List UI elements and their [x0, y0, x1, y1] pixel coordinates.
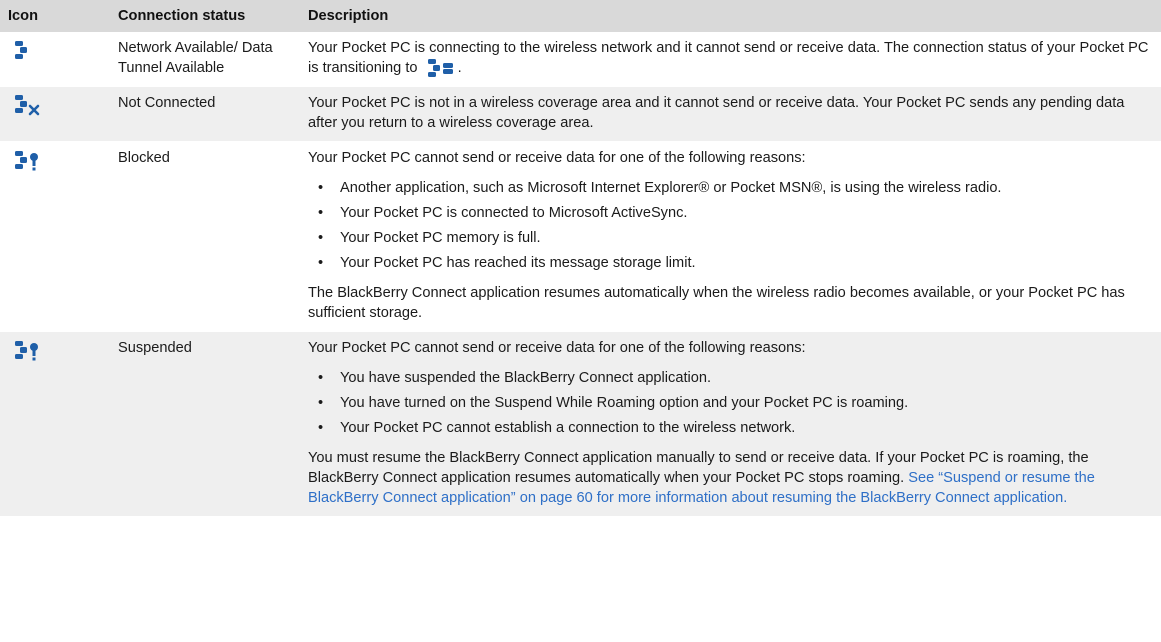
table-header-row: Icon Connection status Description	[0, 0, 1161, 32]
description-text: .	[457, 60, 462, 76]
description-suspended: Your Pocket PC cannot send or receive da…	[300, 331, 1161, 517]
table-row: Suspended Your Pocket PC cannot send or …	[0, 331, 1161, 517]
status-not-connected: Not Connected	[110, 86, 300, 142]
description-not-connected: Your Pocket PC is not in a wireless cove…	[300, 86, 1161, 142]
description-outro: The BlackBerry Connect application resum…	[308, 285, 1125, 321]
list-item: Another application, such as Microsoft I…	[308, 178, 1153, 198]
description-intro: Your Pocket PC cannot send or receive da…	[308, 150, 806, 166]
suspended-icon	[15, 341, 38, 361]
status-blocked: Blocked	[110, 141, 300, 332]
description-outro: You must resume the BlackBerry Connect a…	[308, 448, 1153, 508]
table-row: Not Connected Your Pocket PC is not in a…	[0, 86, 1161, 142]
list-item: Your Pocket PC memory is full.	[308, 228, 1153, 248]
connection-status-table: Icon Connection status Description Netwo…	[0, 0, 1161, 517]
not-connected-icon	[15, 95, 40, 116]
table-row: Blocked Your Pocket PC cannot send or re…	[0, 141, 1161, 332]
header-icon: Icon	[0, 0, 110, 32]
description-intro: Your Pocket PC cannot send or receive da…	[308, 340, 806, 356]
list-item: Your Pocket PC has reached its message s…	[308, 253, 1153, 273]
description-network-available: Your Pocket PC is connecting to the wire…	[300, 32, 1161, 87]
reasons-list: You have suspended the BlackBerry Connec…	[308, 368, 1153, 438]
description-blocked: Your Pocket PC cannot send or receive da…	[300, 141, 1161, 332]
blocked-icon	[15, 151, 38, 171]
connected-icon	[427, 59, 453, 77]
list-item: You have suspended the BlackBerry Connec…	[308, 368, 1153, 388]
list-item: Your Pocket PC is connected to Microsoft…	[308, 203, 1153, 223]
header-description: Description	[300, 0, 1161, 32]
reasons-list: Another application, such as Microsoft I…	[308, 178, 1153, 273]
list-item: Your Pocket PC cannot establish a connec…	[308, 418, 1153, 438]
list-item: You have turned on the Suspend While Roa…	[308, 393, 1153, 413]
table-row: Network Available/ Data Tunnel Available…	[0, 32, 1161, 87]
status-network-available: Network Available/ Data Tunnel Available	[110, 32, 300, 87]
status-suspended: Suspended	[110, 331, 300, 517]
header-connection-status: Connection status	[110, 0, 300, 32]
network-available-icon	[15, 41, 27, 59]
